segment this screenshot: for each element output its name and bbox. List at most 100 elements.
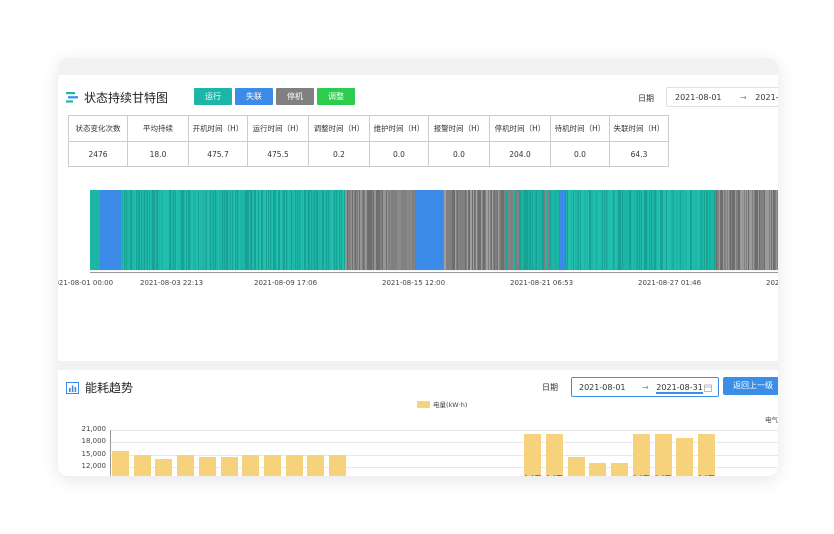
energy-bar[interactable] [220,456,238,476]
gantt-segment [457,190,459,271]
energy-bar[interactable] [589,463,607,476]
gantt-segment [503,190,505,271]
gantt-segment [340,190,342,271]
energy-bar[interactable] [524,434,542,476]
gantt-segment [611,190,613,271]
energy-bar[interactable] [546,434,563,476]
gantt-time-tick: 2021-08-21 06:53 [510,279,574,287]
energy-bar[interactable] [285,454,303,476]
gantt-segment [316,190,318,271]
gantt-segment [382,190,384,271]
gantt-segment [708,190,710,271]
gantt-segment [257,190,259,271]
gantt-segment [367,190,369,271]
gantt-segment [740,190,742,271]
energy-bar[interactable] [242,454,260,476]
energy-date-start[interactable]: 2021-08-01 [579,383,626,392]
gantt-segment [728,190,730,271]
gantt-segment [450,190,452,271]
bar-chart-icon [66,381,79,394]
energy-bar[interactable] [676,438,694,476]
gantt-segment [285,190,287,271]
gantt-segment [151,190,153,271]
gantt-segment [757,190,759,271]
legend-disconnected[interactable]: 失联 [235,88,273,105]
gantt-segment [186,190,188,271]
gantt-segment [101,190,103,271]
gantt-segment [305,190,307,271]
gantt-segment [362,190,364,271]
gantt-date-start[interactable]: 2021-08-01 [675,93,722,102]
energy-bar[interactable] [567,456,585,476]
gantt-segment [691,190,693,271]
gantt-date-end[interactable]: 2021-08- [755,93,778,102]
gantt-segment [431,190,433,271]
gantt-segment [756,190,758,271]
stats-header-row: 状态变化次数 平均持续 开机时间（H） 运行时间（H） 调整时间（H） 维护时间（H） 报警… [68,115,669,142]
gantt-segment [425,190,427,271]
energy-bar[interactable] [307,454,325,476]
energy-bar[interactable] [198,456,216,476]
gantt-segment [767,190,769,271]
energy-date-end[interactable]: 2021-08-31 [656,383,703,394]
calendar-icon[interactable] [704,384,712,392]
gantt-segment [606,190,608,271]
energy-bar[interactable] [329,454,346,476]
gantt-segment [427,190,429,271]
gantt-segment [652,190,654,271]
gantt-segment [302,190,304,271]
gantt-segment [530,190,532,271]
gantt-segment [333,190,335,271]
gantt-segment [502,190,504,271]
gantt-segment [148,190,150,271]
gantt-segment [290,190,292,271]
legend-adjusting[interactable]: 调整 [317,88,355,105]
energy-bar[interactable] [263,454,281,476]
legend-stopped[interactable]: 停机 [276,88,314,105]
gantt-segment [574,190,576,271]
energy-bar[interactable] [611,463,629,476]
gantt-segment [559,190,561,271]
energy-date-label: 日期 [542,383,558,392]
gantt-segment [748,190,750,271]
gantt-segment [473,190,475,271]
gantt-segment [310,190,312,271]
y-axis-tick: 15,000 [81,449,107,458]
gantt-segment [550,190,552,271]
gantt-date-range-picker[interactable]: 2021-08-01 → 2021-08- [666,87,778,107]
gantt-segment [283,190,285,271]
energy-bar[interactable] [112,450,129,476]
energy-bar[interactable] [632,434,650,476]
stats-header-cell: 状态变化次数 [68,115,128,142]
gantt-segment [276,190,278,271]
gantt-segment [528,190,530,271]
gantt-segment [601,190,603,271]
gantt-segment [104,190,106,271]
gantt-segment [329,190,331,271]
gantt-segment [175,190,177,271]
energy-date-range-picker[interactable]: 2021-08-01 → 2021-08-31 [571,377,719,397]
energy-bar[interactable] [155,459,173,476]
y-axis-line [110,430,111,476]
energy-bar[interactable] [654,434,672,476]
gantt-segment [444,190,446,271]
legend-running[interactable]: 运行 [194,88,232,105]
gantt-segment [707,190,709,271]
energy-legend[interactable]: 电量(kW·h) [417,399,467,409]
gantt-segment [715,190,717,271]
back-button[interactable]: 返回上一级 [723,377,778,395]
gantt-segment [739,190,741,271]
gantt-segment [191,190,193,271]
gantt-segment [147,190,149,271]
gantt-segment [489,190,491,271]
gantt-segment [178,190,180,271]
gantt-segment [106,190,108,271]
energy-bar[interactable] [133,454,151,476]
gantt-segment [231,190,233,271]
gantt-segment [673,190,675,271]
bar-data-label: 2.0万 [694,472,719,476]
gantt-segment [240,190,242,271]
energy-bar[interactable] [697,434,715,476]
energy-bar[interactable] [177,454,195,476]
gantt-segment [509,190,511,271]
